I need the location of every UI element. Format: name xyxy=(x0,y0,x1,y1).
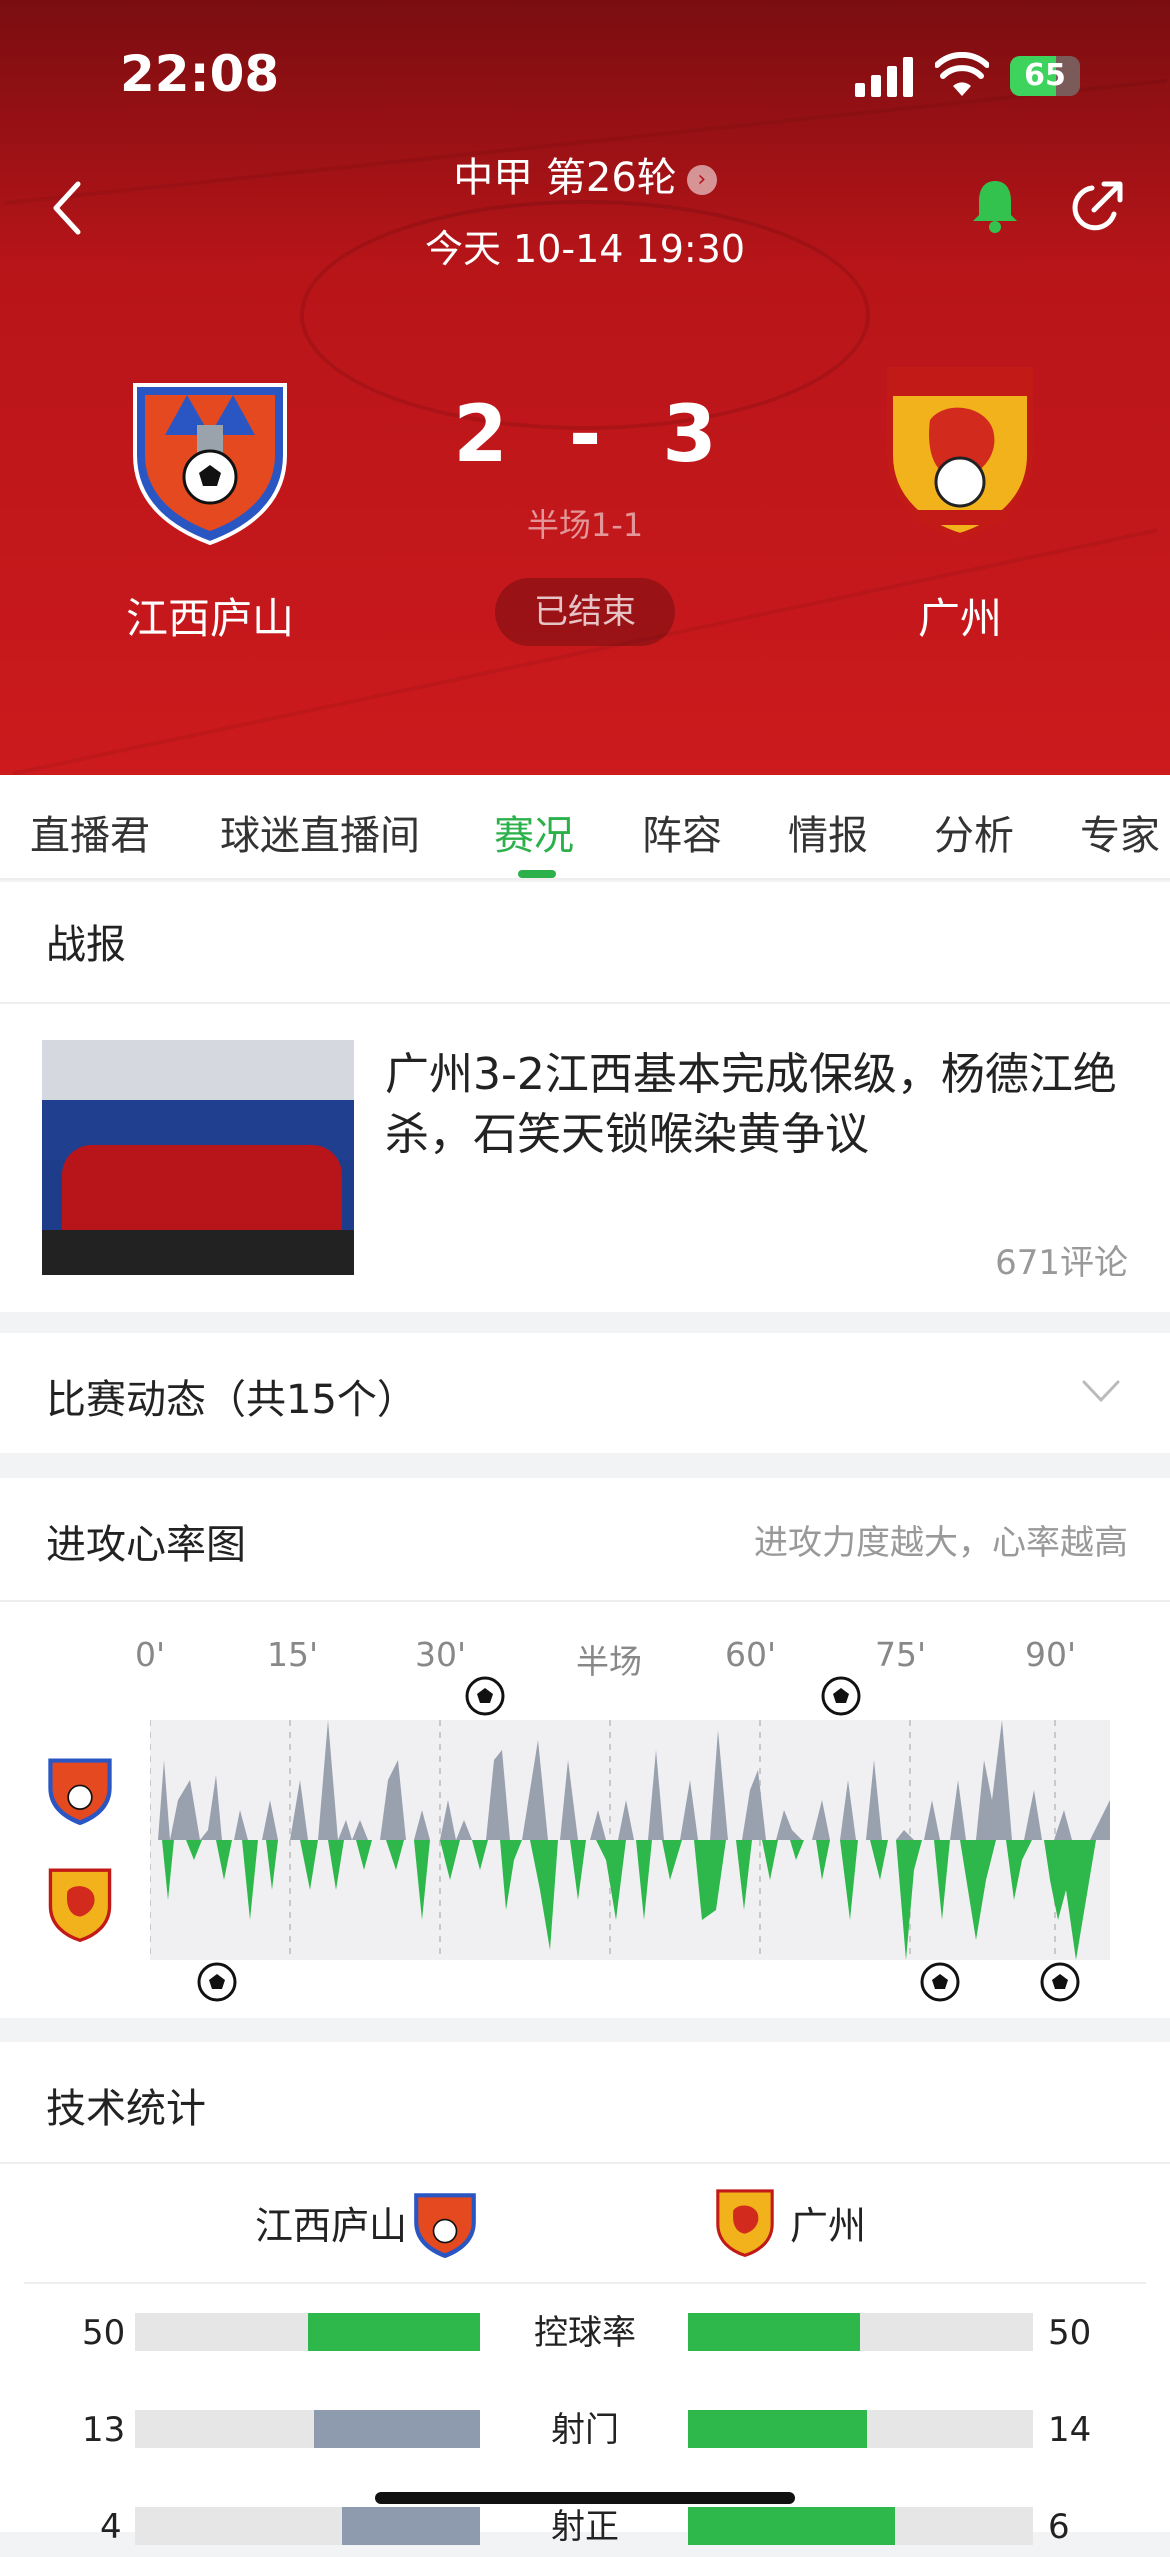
away-stat-bar xyxy=(688,2313,1033,2351)
home-score: 2 xyxy=(453,390,508,480)
share-icon[interactable] xyxy=(1068,178,1126,236)
signal-icon xyxy=(855,55,915,97)
goal-ball-icon xyxy=(821,1676,861,1716)
home-stat-bar xyxy=(135,2410,480,2448)
timeline-label: 0' xyxy=(135,1635,166,1674)
stat-row-shots: 13 射门 14 xyxy=(0,2400,1170,2460)
tab-lineup[interactable]: 阵容 xyxy=(642,803,722,861)
stat-home-value: 13 xyxy=(82,2410,126,2450)
home-team-mini-logo xyxy=(48,1758,112,1826)
tab-live-host[interactable]: 直播君 xyxy=(30,803,150,861)
home-stat-bar xyxy=(135,2313,480,2351)
attack-heart-rate-chart xyxy=(150,1720,1110,1960)
away-stat-bar xyxy=(688,2410,1033,2448)
divider xyxy=(0,1002,1170,1004)
match-header: 22:08 65 中甲 第26轮 › 今天 10-14 19:30 江西庐山 广… xyxy=(0,0,1170,775)
heart-rate-title: 进攻心率图 xyxy=(46,1522,246,1568)
chevron-down-icon[interactable] xyxy=(1080,1370,1122,1412)
away-stat-bar xyxy=(688,2507,1033,2545)
home-team-mini-logo xyxy=(414,2193,476,2259)
status-time: 22:08 xyxy=(120,45,280,103)
goal-ball-icon xyxy=(920,1962,960,2002)
tab-intel[interactable]: 情报 xyxy=(788,803,868,861)
home-stat-bar xyxy=(135,2507,480,2545)
divider xyxy=(0,1600,1170,1602)
goal-ball-icon xyxy=(1040,1962,1080,2002)
stat-home-value: 4 xyxy=(100,2507,122,2547)
bell-icon[interactable] xyxy=(965,175,1025,235)
stat-away-value: 50 xyxy=(1048,2313,1092,2353)
battery-level: 65 xyxy=(1024,58,1066,93)
chevron-right-icon: › xyxy=(686,165,717,195)
timeline-label: 半场 xyxy=(576,1642,642,1681)
events-title: 比赛动态（共15个） xyxy=(46,1377,417,1423)
timeline-label: 60' xyxy=(725,1635,777,1674)
half-time-score: 半场1-1 xyxy=(526,506,644,544)
away-team-name[interactable]: 广州 xyxy=(810,585,1110,646)
goal-ball-icon xyxy=(197,1962,237,2002)
watermark-line xyxy=(12,528,1158,775)
home-team-name[interactable]: 江西庐山 xyxy=(60,585,360,646)
score-separator: - xyxy=(568,390,602,480)
comment-count[interactable]: 671评论 xyxy=(995,1235,1128,1284)
divider xyxy=(24,2282,1146,2284)
stat-label: 射门 xyxy=(551,2410,619,2450)
tab-analysis[interactable]: 分析 xyxy=(934,803,1014,861)
stat-home-value: 50 xyxy=(82,2313,126,2353)
timeline-label: 90' xyxy=(1025,1635,1077,1674)
stats-home-team: 江西庐山 xyxy=(255,2204,408,2248)
away-team-mini-logo xyxy=(716,2189,774,2258)
stat-label: 射正 xyxy=(551,2507,619,2547)
league-round-text: 中甲 第26轮 xyxy=(453,155,677,201)
active-tab-indicator xyxy=(518,870,556,878)
tab-match-status[interactable]: 赛况 xyxy=(494,803,574,861)
stat-away-value: 14 xyxy=(1048,2410,1092,2450)
scoreboard: 2 - 3 xyxy=(0,390,1170,480)
wifi-icon xyxy=(935,52,989,96)
timeline-label: 15' xyxy=(267,1635,319,1674)
stats-away-team: 广州 xyxy=(790,2204,867,2248)
stat-row-shots-on-target: 4 射正 6 xyxy=(0,2497,1170,2557)
report-section-title: 战报 xyxy=(46,922,126,968)
tab-bar: 直播君 球迷直播间 赛况 阵容 情报 分析 专家 xyxy=(0,775,1170,880)
news-thumbnail[interactable] xyxy=(42,1040,354,1275)
tab-experts[interactable]: 专家 xyxy=(1080,803,1160,861)
timeline-label: 30' xyxy=(415,1635,467,1674)
away-score: 3 xyxy=(662,390,717,480)
divider xyxy=(0,2162,1170,2164)
news-headline[interactable]: 广州3-2江西基本完成保级，杨德江绝杀，石笑天锁喉染黄争议 xyxy=(385,1045,1125,1165)
stat-row-possession: 50 控球率 50 xyxy=(0,2303,1170,2363)
battery-icon: 65 xyxy=(1010,56,1080,96)
stat-away-value: 6 xyxy=(1048,2507,1070,2547)
stats-title: 技术统计 xyxy=(46,2086,206,2132)
goal-ball-icon xyxy=(465,1676,505,1716)
home-indicator[interactable] xyxy=(375,2492,795,2504)
tab-fan-live-room[interactable]: 球迷直播间 xyxy=(220,803,420,861)
heart-rate-hint: 进攻力度越大，心率越高 xyxy=(754,1523,1128,1563)
timeline-label: 75' xyxy=(875,1635,927,1674)
away-team-mini-logo xyxy=(48,1868,112,1942)
status-badge: 已结束 xyxy=(495,578,675,646)
stat-label: 控球率 xyxy=(534,2313,636,2353)
